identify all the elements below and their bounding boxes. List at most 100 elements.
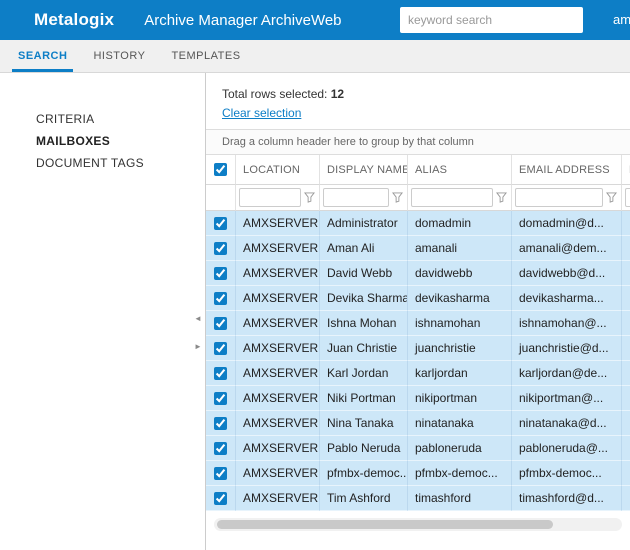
table-row[interactable]: AMXSERVER Devika Sharma devikasharma dev… [206,286,630,311]
cell-alias: nikiportman [408,386,512,411]
cell-display-name: Aman Ali [320,236,408,261]
cell-alias: devikasharma [408,286,512,311]
splitter-collapse-left-icon[interactable]: ◄ [194,315,202,323]
select-all-checkbox[interactable] [214,163,227,176]
row-select-cell [206,211,236,236]
filter-input-clipped[interactable] [625,188,630,207]
tabbar: SEARCH HISTORY TEMPLATES [0,40,630,73]
cell-location: AMXSERVER [236,436,320,461]
cell-display-name: Administrator [320,211,408,236]
cell-clipped [622,211,630,236]
filter-funnel-icon[interactable] [391,191,404,204]
cell-display-name: Devika Sharma [320,286,408,311]
row-select-checkbox[interactable] [214,417,227,430]
table-row[interactable]: AMXSERVER pfmbx-democ... pfmbx-democ... … [206,461,630,486]
row-select-checkbox[interactable] [214,292,227,305]
selection-summary-label: Total rows selected: [222,87,327,101]
cell-clipped [622,486,630,511]
cell-location: AMXSERVER [236,236,320,261]
table-row[interactable]: AMXSERVER Tim Ashford timashford timashf… [206,486,630,511]
filter-cell-clipped [622,185,630,211]
cell-display-name: Juan Christie [320,336,408,361]
cell-alias: pabloneruda [408,436,512,461]
table-row[interactable]: AMXSERVER Niki Portman nikiportman nikip… [206,386,630,411]
row-select-cell [206,336,236,361]
row-select-cell [206,436,236,461]
table-body: AMXSERVER Administrator domadmin domadmi… [206,211,630,511]
row-select-checkbox[interactable] [214,492,227,505]
cell-clipped [622,461,630,486]
cell-email: davidwebb@d... [512,261,622,286]
keyword-search-input[interactable] [400,7,583,33]
row-select-checkbox[interactable] [214,242,227,255]
cell-location: AMXSERVER [236,311,320,336]
row-select-cell [206,236,236,261]
column-header-display-name-label: DISPLAY NAME [327,164,408,176]
cell-alias: ninatanaka [408,411,512,436]
table-row[interactable]: AMXSERVER Ishna Mohan ishnamohan ishnamo… [206,311,630,336]
filter-funnel-icon[interactable] [303,191,316,204]
cell-email: ninatanaka@d... [512,411,622,436]
tab-history[interactable]: HISTORY [80,40,158,72]
cell-email: juanchristie@d... [512,336,622,361]
tab-templates[interactable]: TEMPLATES [158,40,253,72]
row-select-checkbox[interactable] [214,267,227,280]
group-by-drop-zone[interactable]: Drag a column header here to group by th… [206,129,630,155]
horizontal-scrollbar-thumb[interactable] [217,520,553,529]
filter-input-display-name[interactable] [323,188,389,207]
cell-email: nikiportman@... [512,386,622,411]
row-select-checkbox[interactable] [214,442,227,455]
user-menu[interactable]: am [613,12,630,27]
clear-selection-link[interactable]: Clear selection [222,106,301,120]
filter-input-alias[interactable] [411,188,493,207]
horizontal-scrollbar[interactable] [214,518,622,531]
select-all-cell [206,155,236,185]
cell-email: ishnamohan@... [512,311,622,336]
cell-alias: davidwebb [408,261,512,286]
filter-funnel-icon[interactable] [495,191,508,204]
row-select-cell [206,411,236,436]
filter-funnel-icon[interactable] [605,191,618,204]
row-select-cell [206,261,236,286]
sidebar: CRITERIA MAILBOXES DOCUMENT TAGS [0,73,206,550]
table-row[interactable]: AMXSERVER Aman Ali amanali amanali@dem..… [206,236,630,261]
cell-clipped [622,236,630,261]
tab-search[interactable]: SEARCH [5,40,80,72]
table-row[interactable]: AMXSERVER Nina Tanaka ninatanaka ninatan… [206,411,630,436]
cell-clipped [622,311,630,336]
row-select-checkbox[interactable] [214,217,227,230]
table-row[interactable]: AMXSERVER Juan Christie juanchristie jua… [206,336,630,361]
cell-display-name: David Webb [320,261,408,286]
row-select-cell [206,361,236,386]
filter-input-location[interactable] [239,188,301,207]
row-select-checkbox[interactable] [214,467,227,480]
row-select-checkbox[interactable] [214,342,227,355]
cell-clipped [622,361,630,386]
column-header-email-address[interactable]: EMAIL ADDRESS [512,155,622,185]
column-header-alias[interactable]: ALIAS [408,155,512,185]
selection-summary: Total rows selected: 12 [206,73,630,101]
cell-display-name: Niki Portman [320,386,408,411]
column-header-display-name[interactable]: DISPLAY NAME ▴ [320,155,408,185]
table-row[interactable]: AMXSERVER David Webb davidwebb davidwebb… [206,261,630,286]
table-row[interactable]: AMXSERVER Administrator domadmin domadmi… [206,211,630,236]
row-select-checkbox[interactable] [214,367,227,380]
filter-input-email[interactable] [515,188,603,207]
splitter-collapse-right-icon[interactable]: ► [194,343,202,351]
column-header-clipped[interactable]: L [622,155,630,185]
table-row[interactable]: AMXSERVER Pablo Neruda pabloneruda pablo… [206,436,630,461]
filter-cell-email [512,185,622,211]
filter-cell-checkbox [206,185,236,211]
sidebar-item-document-tags[interactable]: DOCUMENT TAGS [0,152,205,174]
selection-count: 12 [331,87,344,101]
row-select-checkbox[interactable] [214,317,227,330]
filter-cell-alias [408,185,512,211]
row-select-cell [206,286,236,311]
table-row[interactable]: AMXSERVER Karl Jordan karljordan karljor… [206,361,630,386]
cell-alias: pfmbx-democ... [408,461,512,486]
sidebar-item-mailboxes[interactable]: MAILBOXES [0,130,205,152]
column-header-location[interactable]: LOCATION [236,155,320,185]
row-select-checkbox[interactable] [214,392,227,405]
sidebar-item-criteria[interactable]: CRITERIA [0,108,205,130]
cell-alias: timashford [408,486,512,511]
